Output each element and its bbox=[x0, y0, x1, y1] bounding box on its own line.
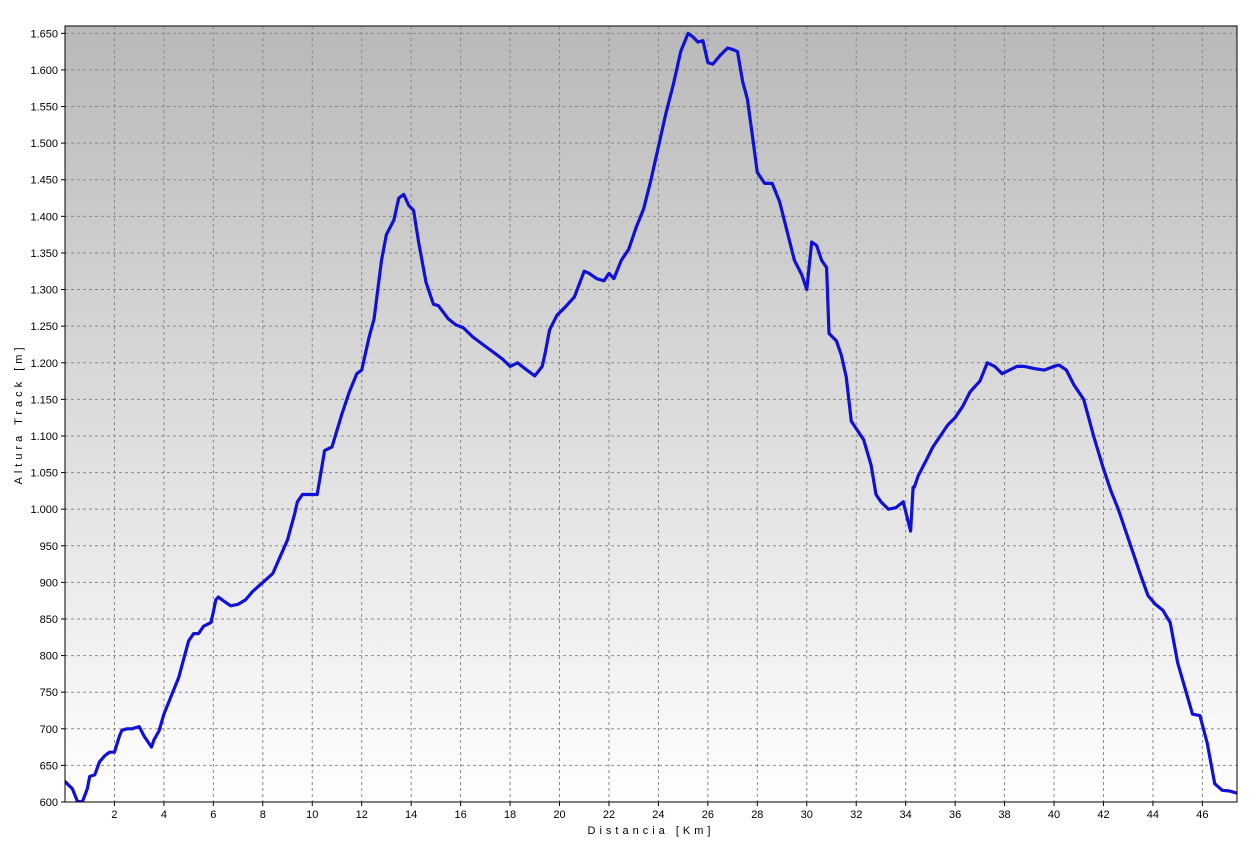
y-tick-label: 1.000 bbox=[30, 504, 58, 516]
x-tick-label: 36 bbox=[949, 809, 961, 821]
y-tick-label: 1.550 bbox=[30, 102, 58, 114]
y-tick-label: 750 bbox=[40, 687, 58, 699]
y-tick-label: 1.500 bbox=[30, 138, 58, 150]
x-tick-label: 16 bbox=[454, 809, 466, 821]
x-tick-label: 40 bbox=[1048, 809, 1060, 821]
y-tick-label: 1.400 bbox=[30, 211, 58, 223]
x-tick-label: 6 bbox=[210, 809, 216, 821]
x-tick-label: 18 bbox=[504, 809, 516, 821]
x-tick-label: 24 bbox=[652, 809, 664, 821]
x-tick-label: 2 bbox=[111, 809, 117, 821]
y-tick-label: 1.350 bbox=[30, 248, 58, 260]
x-tick-label: 46 bbox=[1196, 809, 1208, 821]
chart-svg: 2 4 6 8 10 12 14 16 18 20 22 24 26 28 30 32 34 36 38 40 42 44… bbox=[13, 25, 1238, 837]
y-tick-label: 1.050 bbox=[30, 468, 58, 480]
x-tick-label: 22 bbox=[603, 809, 615, 821]
x-axis-label: Distancia [Km] bbox=[588, 825, 715, 837]
y-tick-label: 700 bbox=[40, 724, 58, 736]
y-tick-label: 600 bbox=[40, 797, 58, 809]
y-tick-label: 1.300 bbox=[30, 285, 58, 297]
y-tick-label: 1.250 bbox=[30, 321, 58, 333]
x-tick-label: 20 bbox=[553, 809, 565, 821]
y-tick-label: 1.450 bbox=[30, 175, 58, 187]
y-tick-label: 800 bbox=[40, 651, 58, 663]
y-tick-label: 850 bbox=[40, 614, 58, 626]
x-tick-label: 4 bbox=[161, 809, 167, 821]
y-tick-label: 1.200 bbox=[30, 358, 58, 370]
plot-background bbox=[65, 26, 1237, 802]
x-tick-label: 44 bbox=[1147, 809, 1159, 821]
x-tick-label: 32 bbox=[850, 809, 862, 821]
x-tick-label: 10 bbox=[306, 809, 318, 821]
x-tick-label: 34 bbox=[900, 809, 912, 821]
x-tick-label: 28 bbox=[751, 809, 763, 821]
x-tick-label: 14 bbox=[405, 809, 417, 821]
x-tick-label: 38 bbox=[998, 809, 1010, 821]
x-tick-label: 12 bbox=[356, 809, 368, 821]
x-tick-label: 8 bbox=[260, 809, 266, 821]
x-tick-label: 30 bbox=[801, 809, 813, 821]
y-tick-label: 900 bbox=[40, 577, 58, 589]
x-tick-label: 26 bbox=[702, 809, 714, 821]
y-tick-label: 950 bbox=[40, 541, 58, 553]
y-tick-label: 1.600 bbox=[30, 65, 58, 77]
y-tick-label: 1.650 bbox=[30, 28, 58, 40]
y-tick-label: 1.150 bbox=[30, 394, 58, 406]
x-tick-label: 42 bbox=[1097, 809, 1109, 821]
y-tick-label: 650 bbox=[40, 760, 58, 772]
y-axis-label: Altura Track [m] bbox=[13, 343, 25, 484]
y-tick-label: 1.100 bbox=[30, 431, 58, 443]
elevation-profile-chart: 2 4 6 8 10 12 14 16 18 20 22 24 26 28 30 32 34 36 38 40 42 44… bbox=[0, 0, 1249, 839]
